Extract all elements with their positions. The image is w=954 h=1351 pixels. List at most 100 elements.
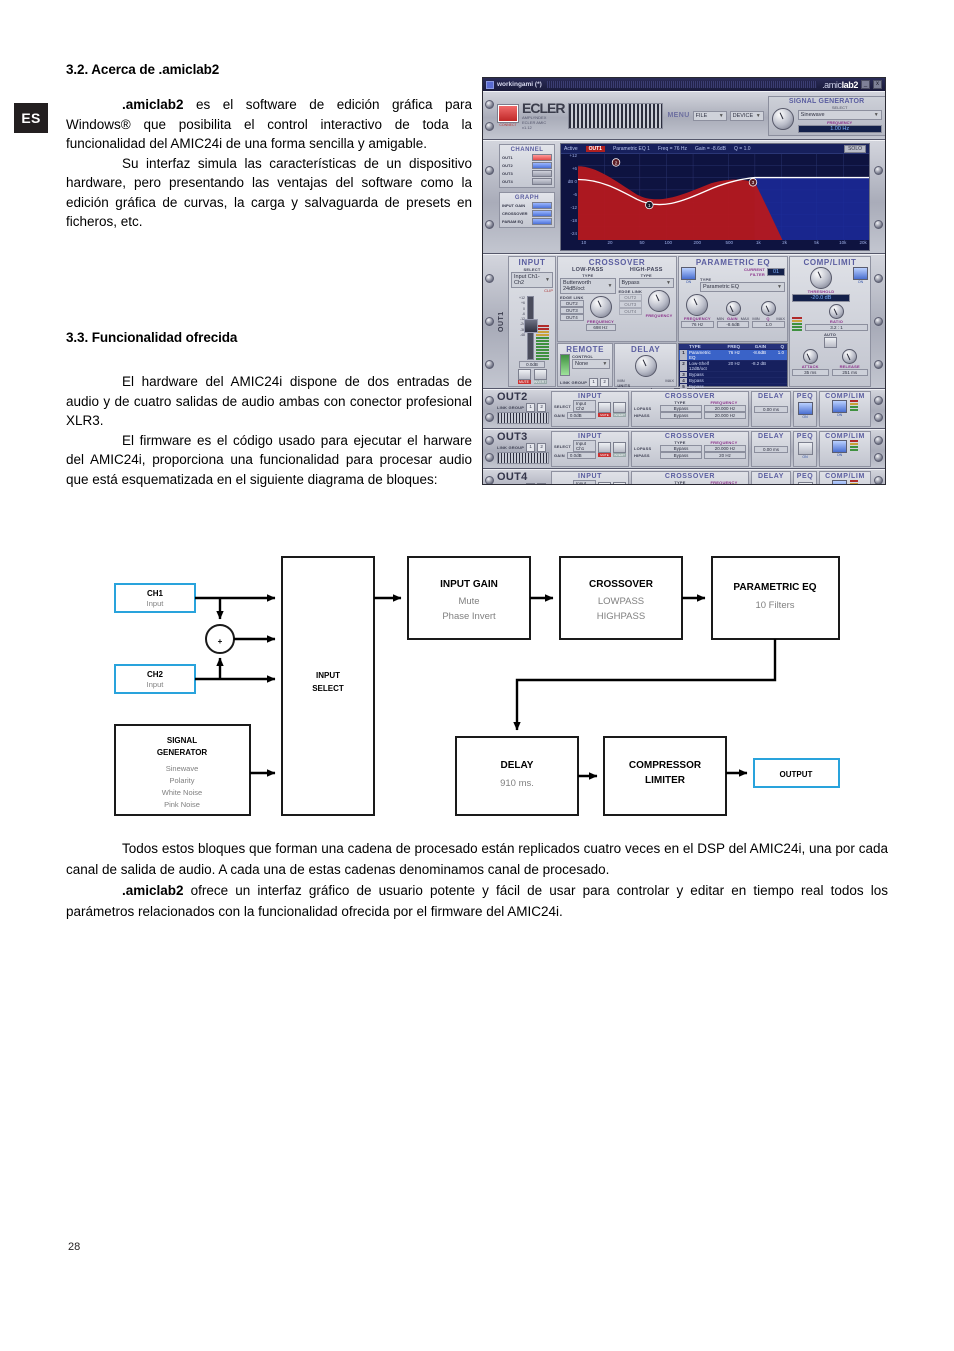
edge-link-high-out2[interactable]: OUT2 [618, 294, 643, 301]
channel-swatch-out1[interactable] [532, 154, 552, 161]
highpass-type-dropdown[interactable]: Bypass ▼ [618, 278, 674, 288]
attack-knob[interactable] [802, 349, 818, 364]
out2-link-group-1[interactable]: 1 [526, 403, 536, 412]
out3-hipass-freq[interactable]: 20 Hz [704, 452, 746, 459]
channel-row-out3[interactable]: OUT3 [502, 170, 552, 177]
menu-file-dropdown[interactable]: FILE ▼ [692, 110, 727, 121]
out3-mute-button[interactable] [598, 442, 611, 453]
peq-gain-knob[interactable] [725, 301, 741, 316]
siggen-select-dropdown[interactable]: Sinewave ▼ [797, 109, 882, 120]
out4-link-group-2[interactable]: 2 [537, 483, 547, 484]
out3-comp-button[interactable] [832, 440, 847, 453]
out3-lopass-freq[interactable]: 20.000 Hz [704, 445, 746, 452]
out2-link-group-2[interactable]: 2 [537, 403, 547, 412]
out3-delay-value[interactable]: 0.00 ms [754, 446, 788, 453]
lowpass-type-dropdown[interactable]: Butterworth 24dB/oct ▼ [560, 278, 616, 294]
graph-row-input-gain[interactable]: INPUT GAIN [502, 202, 552, 209]
edge-link-high-out3[interactable]: OUT3 [618, 301, 643, 308]
auto-button[interactable] [823, 337, 837, 348]
edge-link-out3[interactable]: OUT3 [560, 307, 584, 314]
out4-select-value[interactable]: Input Ch2 [572, 480, 596, 484]
current-filter-value[interactable]: 01 [767, 268, 785, 276]
peq-q-value[interactable]: 1.0 [752, 321, 786, 328]
peq-on-button[interactable] [681, 267, 696, 280]
highpass-frequency-knob[interactable] [648, 290, 671, 312]
input-select-dropdown[interactable]: Input Ch1-Ch2 ▼ [511, 272, 553, 288]
mute-button[interactable] [517, 369, 531, 380]
siggen-frequency-value[interactable]: 1.00 Hz [797, 124, 882, 133]
input-gain-fader[interactable] [523, 296, 538, 360]
minimize-button[interactable]: _ [861, 80, 870, 89]
peq-q-knob[interactable] [761, 301, 777, 316]
out3-hipass-type[interactable]: Bypass [660, 452, 702, 459]
delay-knob[interactable] [634, 355, 657, 377]
out2-comp-button[interactable] [832, 400, 847, 413]
channel-swatch-out3[interactable] [532, 170, 552, 177]
peq-gain-value[interactable]: -8.6dB [716, 321, 750, 328]
lowpass-frequency-value[interactable]: 698 Hz [585, 324, 616, 331]
remote-control-dropdown[interactable]: None ▼ [572, 359, 611, 369]
out3-invert-button[interactable] [613, 442, 626, 453]
graph-swatch-crossover[interactable] [532, 210, 552, 217]
graph-swatch-param-eq[interactable] [532, 218, 552, 225]
filter-table-row[interactable]: 2 Low-Shelf 12dB/oct 20 Hz -8.2 dB [679, 360, 787, 371]
edge-link-high-out4[interactable]: OUT4 [618, 308, 643, 315]
peq-frequency-knob[interactable] [686, 294, 709, 316]
fader-handle[interactable] [523, 319, 538, 333]
graph-row-param-eq[interactable]: PARAM EQ [502, 218, 552, 225]
out2-hipass-freq[interactable]: 20.000 Hz [704, 412, 746, 419]
out2-mute-button[interactable] [598, 402, 611, 413]
filter-table-row[interactable]: 3 Bypass [679, 371, 787, 377]
out3-lopass-type[interactable]: Bypass [660, 445, 702, 452]
filter-table-row[interactable]: 1 Parametric EQ 76 Hz -8.6dB 1.0 [679, 349, 787, 360]
ratio-value[interactable]: 3.2 : 1 [805, 324, 868, 331]
out2-delay-value[interactable]: 0.00 ms [754, 406, 788, 413]
link-group-1[interactable]: 1 [589, 378, 599, 387]
out2-gain-value[interactable]: 0.0dB [566, 412, 596, 419]
menu-device-dropdown[interactable]: DEVICE ▼ [729, 110, 764, 121]
filter-table[interactable]: # TYPE FREQ GAIN Q 1 Parametric EQ 76 Hz… [678, 343, 788, 389]
link-group-2[interactable]: 2 [600, 378, 610, 387]
channel-row-out4[interactable]: OUT4 [502, 178, 552, 185]
out2-hipass-type[interactable]: Bypass [660, 412, 702, 419]
out4-mute-button[interactable] [598, 482, 611, 484]
out3-link-group-2[interactable]: 2 [537, 443, 547, 452]
lowpass-frequency-knob[interactable] [589, 296, 612, 318]
threshold-value[interactable]: -20.0 dB [792, 294, 850, 302]
channel-row-out2[interactable]: OUT2 [502, 162, 552, 169]
peq-type-dropdown[interactable]: Parametric EQ ▼ [700, 282, 785, 292]
invert-button[interactable] [533, 369, 547, 380]
release-knob[interactable] [842, 349, 858, 364]
input-gain-value[interactable]: 0.0dB [519, 361, 545, 368]
connect-button[interactable] [498, 104, 518, 122]
out2-select-value[interactable]: Input Ch2 [572, 400, 596, 412]
channel-row-out1[interactable]: OUT1 [502, 154, 552, 161]
out3-peq-button[interactable] [797, 442, 813, 455]
edge-link-out4[interactable]: OUT4 [560, 314, 584, 321]
graph-plot[interactable]: 2 1 3 [577, 152, 869, 240]
out4-link-group-1[interactable]: 1 [526, 483, 536, 484]
peq-frequency-value[interactable]: 76 Hz [681, 321, 714, 328]
release-value[interactable]: 251 ms [831, 369, 868, 376]
channel-swatch-out4[interactable] [532, 178, 552, 185]
eq-graph[interactable]: Active OUT1 Parametric EQ 1 Freq = 76 Hz… [560, 143, 870, 251]
out3-gain-value[interactable]: 0.0dB [566, 452, 596, 459]
out4-invert-button[interactable] [613, 482, 626, 484]
out2-lopass-type[interactable]: Bypass [660, 405, 702, 412]
close-button[interactable]: x [873, 80, 882, 89]
out2-invert-button[interactable] [613, 402, 626, 413]
signal-generator-frequency-knob[interactable] [771, 107, 794, 130]
filter-table-row[interactable]: 4 Bypass [679, 377, 787, 383]
channel-swatch-out2[interactable] [532, 162, 552, 169]
graph-swatch-input-gain[interactable] [532, 202, 552, 209]
out3-link-group-1[interactable]: 1 [526, 443, 536, 452]
out3-select-value[interactable]: Input Ch1 [572, 440, 596, 452]
out2-peq-button[interactable] [797, 402, 813, 415]
solo-button[interactable]: SOLO [844, 144, 866, 153]
out4-peq-button[interactable] [797, 482, 813, 484]
ratio-knob[interactable] [829, 304, 844, 319]
edge-link-out2[interactable]: OUT2 [560, 300, 584, 307]
out4-comp-button[interactable] [832, 480, 847, 484]
graph-row-crossover[interactable]: CROSSOVER [502, 210, 552, 217]
attack-value[interactable]: 35 ms [792, 369, 829, 376]
